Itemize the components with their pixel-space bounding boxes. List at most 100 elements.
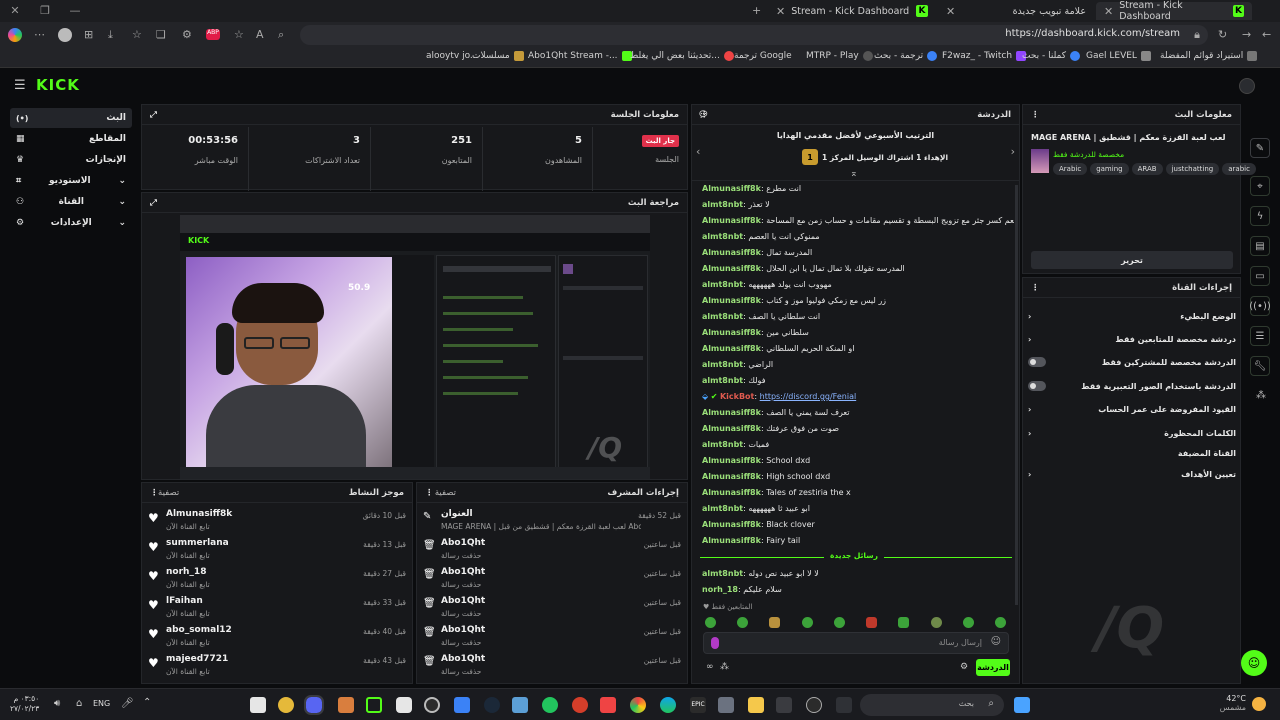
emote-icon[interactable] [834,617,845,628]
bookmark-updates[interactable]: تحديثنا بعض الي يغلط... [630,51,734,61]
user-avatar[interactable] [1239,78,1255,94]
app-icon[interactable] [396,697,412,713]
more-options-icon[interactable]: ⋮ [1031,283,1040,293]
sidebar-item-studio[interactable]: ⌗ الاستوديو ⌄ [10,171,132,191]
chat-username[interactable]: almt8nbt [702,569,743,578]
filter-button[interactable]: تصفية [158,488,179,498]
category-thumbnail[interactable] [1031,149,1049,173]
app-icon[interactable] [338,697,354,713]
emote-icon[interactable] [898,617,909,628]
chat-username[interactable]: Almunasiff8k [702,184,761,193]
sidebar-item-live[interactable]: (•) البث [10,108,132,128]
edge-icon[interactable] [660,697,676,713]
copilot-icon[interactable] [8,28,22,42]
activity-user[interactable]: majeed7721 [166,654,228,664]
emoji-icon[interactable]: ☺ [991,636,1001,647]
app-icon[interactable] [512,697,528,713]
close-window-icon[interactable]: ✕ [2,4,28,17]
chat-username[interactable]: Almunasiff8k [702,344,761,353]
chat-username[interactable]: almt8nbt [702,280,743,289]
menu-icon[interactable]: ☰ [14,78,26,93]
chat-username[interactable]: Almunasiff8k [702,328,761,337]
activity-user[interactable]: lFaihan [166,596,210,606]
mod-action-user[interactable]: Abo1Qht [441,596,485,606]
steam-icon[interactable] [484,697,500,713]
reload-icon[interactable]: ↻ [1218,28,1227,41]
chat-username[interactable]: Almunasiff8k [702,520,761,529]
close-tab-icon[interactable]: ✕ [776,5,785,18]
volume-icon[interactable]: 🔊︎ [54,698,60,709]
chat-username[interactable]: Almunasiff8k [702,296,761,305]
chat-username[interactable]: Almunasiff8k [702,488,761,497]
emote-icon[interactable] [866,617,877,628]
chat-scrollbar[interactable] [1015,185,1018,605]
followers-only-row[interactable]: › دردشة مخصصة للمتابعين فقط [1028,329,1236,349]
chat-username[interactable]: Almunasiff8k [702,536,761,545]
emotes-only-toggle[interactable] [1028,381,1046,391]
chat-username[interactable]: Almunasiff8k [702,408,761,417]
emote-icon[interactable] [995,617,1006,628]
task-view-icon[interactable] [836,697,852,713]
sidebar-item-settings[interactable]: ⚙ الإعدادات ⌄ [10,213,132,233]
chat-username[interactable]: almt8nbt [702,200,743,209]
emote-icon[interactable] [737,617,748,628]
bookmark-alooytv[interactable]: alooytv jo... [426,51,479,61]
notepad-icon[interactable] [250,697,266,713]
bookmark-series[interactable]: مسلسلات [472,51,524,61]
settings-sync-icon[interactable]: ⚙ [182,28,192,41]
search-page-icon[interactable]: ⌕ [278,28,284,42]
edit-layout-icon[interactable]: ✎ [1250,138,1270,158]
wrench-icon[interactable]: 🔧︎ [1250,356,1270,376]
more-options-icon[interactable]: ⋮ [425,488,434,498]
emote-icon[interactable] [963,617,974,628]
chat-username[interactable]: almt8nbt [702,360,743,369]
chat-username[interactable]: almt8nbt [702,376,743,385]
more-icon[interactable]: ⋯ [34,28,45,41]
chat-input[interactable]: إرسال رسالة ☺ [703,632,1009,654]
youtube-icon[interactable] [600,697,616,713]
close-tab-icon[interactable]: ✕ [946,5,955,18]
media-player-icon[interactable] [806,697,822,713]
kick-logo[interactable]: KICK [36,76,80,94]
start-icon[interactable] [1014,697,1030,713]
bookmark-twitch[interactable]: F2waz_ - Twitch [942,51,1027,61]
collapse-icon[interactable]: ⌅ [850,169,858,179]
chat-username[interactable]: almt8nbt [702,312,743,321]
lightning-icon[interactable]: ϟ [1250,206,1270,226]
emote-icon[interactable] [705,617,716,628]
document-icon[interactable]: ▤ [1250,236,1270,256]
language-indicator[interactable]: ENG [93,699,110,708]
chat-username[interactable]: almt8nbt [702,440,743,449]
extensions-icon[interactable]: ⊞ [84,28,93,41]
chat-link[interactable]: https://discord.gg/Fenial [760,392,857,401]
help-chat-icon[interactable]: ☺ [1241,650,1267,676]
filter-button[interactable]: تصفية [435,488,456,498]
list-icon[interactable]: ☰ [1250,326,1270,346]
app-icon[interactable] [454,697,470,713]
tab-stream-1[interactable]: ✕ Stream - Kick Dashboard K [768,2,936,20]
app-icon[interactable] [776,697,792,713]
subscribers-only-toggle[interactable] [1028,357,1046,367]
taskbar-search[interactable]: بحث ⌕ [860,694,1004,716]
activity-user[interactable]: abo_somal12 [166,625,232,635]
chat-username[interactable]: almt8nbt [702,504,743,513]
mod-action-user[interactable]: العنوان [441,509,641,519]
send-chat-button[interactable]: الدردشة [976,659,1010,676]
app-icon[interactable] [542,697,558,713]
discord-icon[interactable] [304,695,324,715]
kick-studio-icon[interactable] [366,697,382,713]
app-icon[interactable] [572,697,588,713]
favorites-icon[interactable]: ☆ [132,28,142,41]
add-widget-icon[interactable]: ⁂ [1256,390,1266,401]
chat-username[interactable]: Almunasiff8k [702,472,761,481]
microphone-icon[interactable]: 🎤︎ [121,698,134,709]
emote-icon[interactable] [931,617,942,628]
chat-username[interactable]: Almunasiff8k [702,456,761,465]
chat-username[interactable]: Almunasiff8k [702,424,761,433]
tab-stream-active[interactable]: ✕ Stream - Kick Dashboard K [1096,0,1252,22]
bookmark-gael[interactable]: Gael LEVEL [1086,51,1151,61]
bookmark-translate[interactable]: ترجمة Google [734,51,792,61]
mod-action-user[interactable]: Abo1Qht [441,567,485,577]
tab-new[interactable]: ✕ علامة تبويب جديدة [938,2,1094,20]
chat-username[interactable]: Almunasiff8k [702,264,761,273]
